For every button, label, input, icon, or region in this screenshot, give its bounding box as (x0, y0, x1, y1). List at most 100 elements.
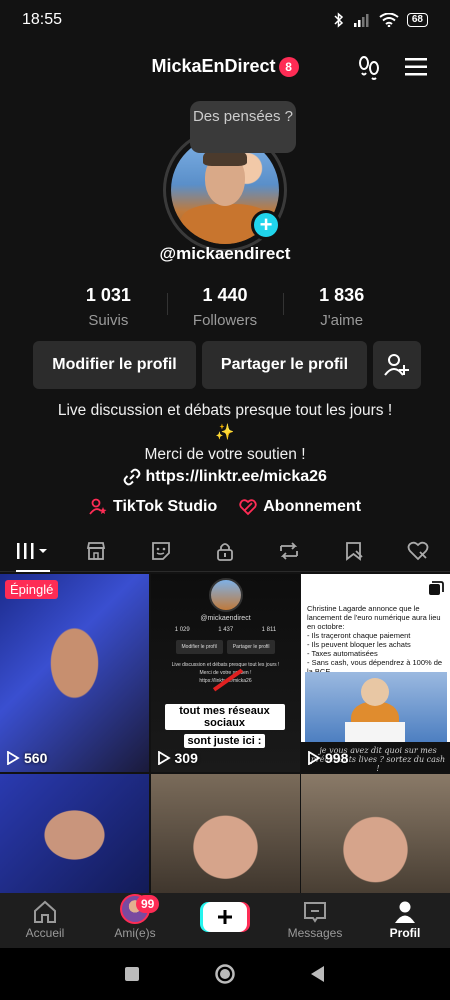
mini-buttons: Modifier le profil Partager le profil (161, 640, 291, 654)
multi-photo-icon (429, 581, 444, 595)
link-text: https://linktr.ee/micka26 (145, 468, 327, 485)
profile-bio: Live discussion et débats presque tout l… (0, 400, 450, 466)
tab-private[interactable] (193, 530, 257, 571)
caption-line: tout mes réseaux sociaux (164, 704, 285, 730)
friends-badge: 99 (136, 895, 160, 913)
tab-reposts[interactable] (257, 530, 321, 571)
stat-value: 1 440 (202, 285, 248, 305)
pinned-badge: Épinglé (5, 580, 59, 599)
bio-line: Live discussion et débats presque tout l… (57, 402, 393, 419)
profile-stats: 1 031 Suivis 1 440 Followers 1 836 J'aim… (50, 285, 400, 329)
view-count: 998 (307, 750, 348, 766)
tab-shop[interactable] (64, 530, 128, 571)
mini-share: Partager le profil (226, 640, 276, 654)
sparkle-emoji: ✨ (215, 424, 235, 441)
grid-icon (17, 542, 48, 559)
news-point: - Taxes automatisées (307, 649, 378, 658)
news-point: - Ils peuvent bloquer les achats (307, 640, 411, 649)
profile-icon (395, 901, 415, 923)
subscription-link[interactable]: Abonnement (239, 498, 361, 516)
home-circle-icon[interactable] (214, 963, 236, 985)
nav-label: Ami(e)s (114, 926, 156, 940)
heart-hidden-icon (407, 541, 429, 560)
tab-stickers[interactable] (129, 530, 193, 571)
video-thumbnail[interactable] (301, 773, 450, 896)
view-count: 309 (157, 750, 198, 766)
nav-profile[interactable]: Profil (360, 893, 450, 948)
tab-liked[interactable] (386, 530, 450, 571)
news-point: - Ils traçeront chaque paiement (307, 631, 411, 640)
stat-followers[interactable]: 1 440 Followers (166, 285, 284, 329)
mini-stats: 1 029 1 437 1 811 (161, 627, 291, 633)
stat-label: Suivis (88, 312, 129, 329)
tiktok-studio-link[interactable]: TikTok Studio (89, 498, 217, 516)
stat-label: Followers (192, 312, 258, 329)
video-thumbnail[interactable] (0, 773, 149, 896)
stat-label: J'aime (320, 312, 364, 329)
nav-friends[interactable]: 99 Ami(e)s (90, 893, 180, 948)
profile-extras: TikTok Studio Abonnement (0, 498, 450, 516)
mini-stat: 1 811 (261, 627, 277, 633)
share-profile-button[interactable]: Partager le profil (202, 341, 367, 389)
signal-icon (353, 14, 369, 27)
notification-badge: 8 (278, 57, 299, 77)
video-grid: Épinglé 560 @mickaendirect 1 029 1 437 1… (0, 574, 450, 896)
video-thumbnail[interactable]: @mickaendirect 1 029 1 437 1 811 Modifie… (150, 574, 300, 772)
plus-icon (218, 910, 232, 924)
profile-handle: @mickaendirect (159, 244, 291, 263)
bookmark-hidden-icon (345, 541, 363, 561)
mini-stat: 1 437 (218, 627, 234, 633)
view-count-value: 560 (24, 750, 48, 766)
wifi-icon (379, 13, 399, 27)
add-friend-button[interactable] (373, 341, 421, 389)
stat-likes[interactable]: 1 836 J'aime (283, 285, 400, 329)
menu-icon[interactable] (404, 56, 428, 78)
view-count: 560 (6, 750, 47, 766)
back-icon[interactable] (310, 965, 326, 983)
play-icon (157, 751, 171, 765)
clock: 18:55 (22, 11, 63, 28)
profile-header: MickaEnDirect 8 (0, 48, 450, 88)
video-thumbnail[interactable] (150, 773, 300, 896)
lock-icon (217, 542, 233, 561)
stat-following[interactable]: 1 031 Suivis (50, 285, 167, 329)
view-count-value: 309 (174, 750, 198, 766)
nav-home[interactable]: Accueil (0, 893, 90, 948)
stat-value: 1 836 (319, 285, 365, 305)
nav-label: Messages (287, 926, 343, 940)
news-text: Christine Lagarde annonce que le lanceme… (307, 604, 445, 676)
subscription-icon (239, 499, 257, 516)
footprints-icon[interactable] (356, 54, 382, 80)
news-title: Christine Lagarde annonce que le lanceme… (307, 604, 441, 631)
bluetooth-icon (334, 12, 343, 28)
shop-icon (87, 541, 106, 560)
recents-icon[interactable] (124, 966, 140, 982)
mini-handle: @mickaendirect (200, 615, 251, 622)
battery-indicator: 68 (406, 13, 428, 27)
profile-link[interactable]: https://linktr.ee/micka26 (0, 468, 450, 486)
tab-favorites[interactable] (321, 530, 385, 571)
status-bar: 18:55 68 (0, 0, 450, 40)
nav-label: Accueil (25, 926, 65, 940)
tab-videos[interactable] (0, 530, 64, 572)
play-icon (7, 751, 20, 765)
account-switcher[interactable]: MickaEnDirect (151, 56, 275, 76)
create-button[interactable] (203, 902, 247, 932)
subscription-label: Abonnement (263, 498, 362, 515)
nav-create[interactable] (180, 893, 270, 948)
thought-bubble[interactable]: Des pensées ? (190, 101, 296, 153)
add-user-icon (384, 354, 409, 376)
edit-profile-button[interactable]: Modifier le profil (33, 341, 196, 389)
video-thumbnail[interactable]: Christine Lagarde annonce que le lanceme… (301, 574, 450, 772)
sticker-icon (151, 541, 170, 560)
studio-icon (89, 498, 107, 515)
stat-value: 1 031 (85, 285, 131, 305)
add-story-button[interactable]: + (251, 210, 281, 240)
mini-edit: Modifier le profil (175, 640, 223, 654)
bottom-navigation: Accueil 99 Ami(e)s Messages Profil (0, 893, 450, 948)
video-thumbnail[interactable]: Épinglé 560 (0, 574, 149, 772)
repost-icon (280, 541, 299, 560)
messages-icon (304, 902, 326, 923)
nav-messages[interactable]: Messages (270, 893, 360, 948)
nav-label: Profil (389, 926, 421, 940)
